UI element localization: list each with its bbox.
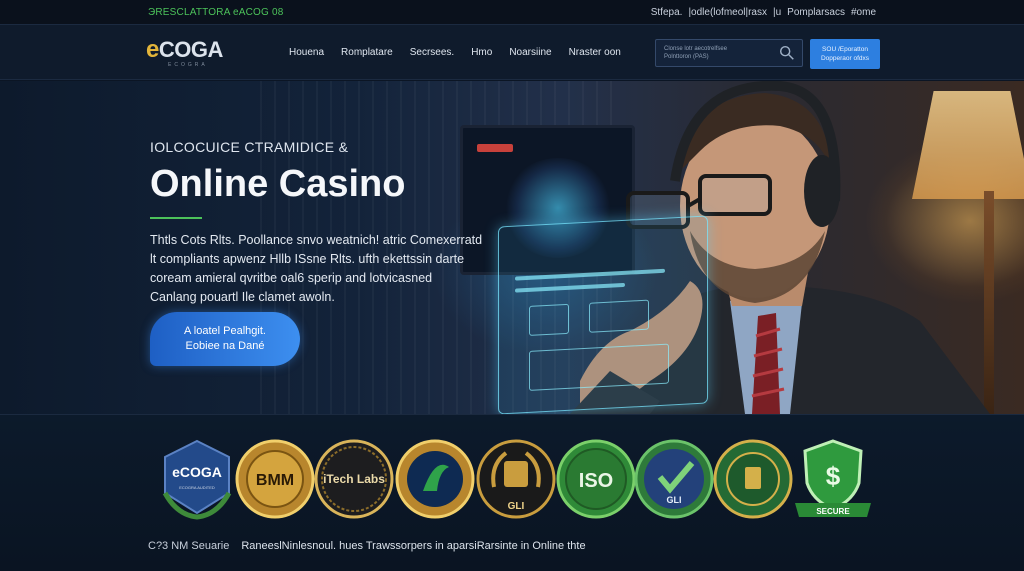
logo-wordmark: eCOGA	[146, 36, 224, 63]
nav-item-2[interactable]: Romplatare	[341, 47, 393, 58]
iso-badge-label: ISO	[579, 470, 613, 492]
top-link-1[interactable]: Stfepa.	[651, 7, 683, 18]
top-link-4[interactable]: Pomplarsacs	[787, 7, 845, 18]
hero-cta-button[interactable]: A loatel Pealhgit. Eobiee na Dané	[150, 312, 300, 366]
green-emblem-badge-icon[interactable]	[713, 437, 793, 521]
bmm-badge-label: BMM	[256, 472, 294, 489]
main-nav: Houena Romplatare Secrsees. Hmo Noarsiin…	[289, 47, 621, 58]
nav-item-5[interactable]: Noarsiine	[509, 47, 551, 58]
hero-copy: IOLCOCUICE CTRAMIDICE & Online Casino Th…	[150, 139, 510, 307]
hero-desc-line: coream amieral qvritbe oal6 sperip and l…	[150, 271, 433, 285]
holo-box	[529, 303, 569, 336]
header-cta-line1: SOU /Eporatton	[822, 46, 868, 53]
hero-title: Online Casino	[150, 163, 406, 205]
search-input[interactable]: Clonse lotr aecotrelfsee Polnttoron (PAS…	[655, 39, 803, 67]
top-strip-left-text: ЭRESCLATTORA eACOG 08	[148, 6, 284, 18]
site-header: eCOGA ECOGRA Houena Romplatare Secrsees.…	[0, 24, 1024, 80]
page: ЭRESCLATTORA eACOG 08 Stfepa. |odle(lofm…	[0, 0, 1024, 571]
logo-subtext: ECOGRA	[168, 62, 208, 68]
site-logo[interactable]: eCOGA ECOGRA	[146, 36, 224, 69]
itech-labs-badge-icon[interactable]: iTech Labs	[314, 437, 394, 521]
nav-item-3[interactable]: Secrsees.	[410, 47, 454, 58]
gli-check-badge-icon[interactable]: GLI	[634, 437, 714, 521]
secure-badge-symbol: $	[826, 461, 841, 491]
ecoga-badge-icon[interactable]: eCOGA ECOGRA AUDITED	[157, 437, 237, 521]
bmm-badge-icon[interactable]: BMM	[235, 437, 315, 521]
holo-bar	[515, 268, 665, 281]
top-strip-links: Stfepa. |odle(lofmeol|rasx |u Pomplarsac…	[651, 7, 876, 18]
search-icon[interactable]	[778, 44, 796, 62]
hologram-interface-image	[498, 215, 708, 414]
gli-gold-badge-icon[interactable]: GLI	[476, 437, 556, 521]
ecoga-badge-sub: ECOGRA AUDITED	[179, 485, 215, 490]
holo-bar	[515, 282, 625, 293]
nav-item-4[interactable]: Hmo	[471, 47, 492, 58]
iso-badge-icon[interactable]: ISO	[556, 437, 636, 521]
top-link-2[interactable]: |odle(lofmeol|rasx	[688, 7, 767, 18]
badges-footnote: C?3 NM Seuarie RaneeslNinlesnoul. hues T…	[148, 540, 586, 552]
holo-box	[589, 299, 649, 333]
hero-eyebrow: IOLCOCUICE CTRAMIDICE &	[150, 139, 349, 155]
logo-mark: e	[146, 36, 159, 63]
itech-badge-label: iTech Labs	[323, 472, 385, 486]
hero-cta-line1: A loatel Pealhgit.	[184, 325, 266, 337]
header-cta-button[interactable]: SOU /Eporatton Dopperaor ofdxs	[810, 39, 880, 69]
top-link-3[interactable]: |u	[773, 7, 781, 18]
green-seal-badge-icon[interactable]	[395, 437, 475, 521]
hero-cta-line2: Eobiee na Dané	[185, 340, 265, 352]
nav-item-6[interactable]: Nraster oon	[569, 47, 621, 58]
top-strip: ЭRESCLATTORA eACOG 08 Stfepa. |odle(lofm…	[0, 0, 1024, 24]
hero-title-underline	[150, 217, 202, 219]
hero-description: Thtls Cots Rlts. Poollance snvo weatnich…	[150, 231, 490, 307]
certification-badges: eCOGA ECOGRA AUDITED BMM iTech Labs GLI	[0, 414, 1024, 571]
gli-check-badge-label: GLI	[667, 495, 682, 505]
hero-desc-line: Thtls Cots Rlts. Poollance snvo weatnich…	[150, 233, 483, 247]
ecoga-badge-label: eCOGA	[172, 464, 222, 480]
secure-badge-label: SECURE	[816, 507, 850, 516]
gli-gold-badge-label: GLI	[508, 501, 525, 512]
footnote-right: RaneeslNinlesnoul. hues Trawssorpers in …	[241, 540, 586, 552]
footnote-left: C?3 NM Seuarie	[148, 540, 230, 552]
nav-item-1[interactable]: Houena	[289, 47, 324, 58]
top-link-5[interactable]: #ome	[851, 7, 876, 18]
search-placeholder-line1: Clonse lotr aecotrelfsee	[664, 46, 728, 52]
hero-section: IOLCOCUICE CTRAMIDICE & Online Casino Th…	[0, 81, 1024, 414]
hero-desc-line: lt compliants apwenz Hllb ISsne Rlts. uf…	[150, 252, 465, 266]
holo-box	[529, 343, 669, 391]
secure-badge-icon[interactable]: $ SECURE	[793, 437, 873, 521]
header-cta-line2: Dopperaor ofdxs	[820, 55, 870, 62]
hero-desc-line: Canlang pouartl Ile clamet awoln.	[150, 290, 335, 304]
search-placeholder: Clonse lotr aecotrelfsee Polnttoron (PAS…	[664, 45, 778, 61]
logo-word: COGA	[158, 37, 224, 62]
search-placeholder-line2: Polnttoron (PAS)	[664, 54, 709, 60]
